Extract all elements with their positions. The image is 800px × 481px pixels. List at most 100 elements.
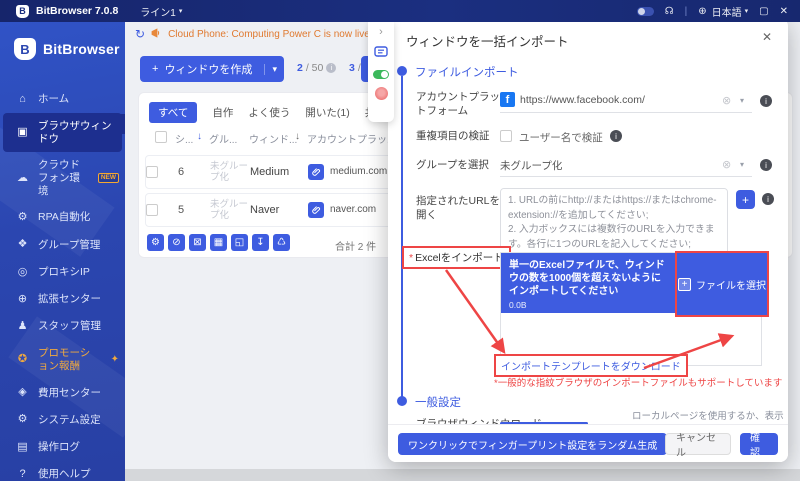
sparkle-icon: ✦ bbox=[111, 354, 119, 366]
app-package-icon[interactable]: ▦ bbox=[210, 234, 227, 251]
sidebar-item-promotion-reward[interactable]: ✪プロモーション報酬✦ bbox=[0, 340, 125, 379]
duplicate-check-label: 重複項目の検証 bbox=[416, 129, 504, 143]
confirm-button[interactable]: 確認 bbox=[740, 433, 778, 455]
row-checkbox[interactable] bbox=[146, 204, 158, 216]
select-all-checkbox[interactable] bbox=[155, 131, 167, 143]
info-icon[interactable]: i bbox=[762, 193, 774, 205]
green-toggle[interactable] bbox=[373, 70, 389, 79]
duplicate-window-icon[interactable]: ◱ bbox=[231, 234, 248, 251]
tab-self-made[interactable]: 自作 bbox=[212, 105, 233, 120]
tab-all[interactable]: すべて bbox=[149, 102, 197, 123]
maximize-button[interactable]: ▢ bbox=[759, 6, 768, 17]
info-icon[interactable]: i bbox=[760, 95, 772, 107]
chevron-down-icon[interactable]: ▾ bbox=[740, 96, 744, 105]
refresh-icon[interactable]: ↻ bbox=[135, 27, 145, 41]
promotion-icon: ✪ bbox=[16, 353, 29, 366]
sidebar-logo: B BitBrowser bbox=[0, 22, 125, 60]
sidebar: B BitBrowser ‹ ⌂ホーム ▣ブラウザウィンドウ ☁クラウドフォン環… bbox=[0, 22, 125, 481]
collapse-chevron-icon[interactable]: › bbox=[379, 26, 383, 38]
divider: | bbox=[685, 6, 688, 17]
sidebar-item-proxy-ip[interactable]: ◎プロキシIP bbox=[0, 259, 125, 286]
select-file-button-annotated[interactable]: +ファイルを選択 bbox=[675, 251, 769, 317]
batch-action-toolbar: ⚙ ⊘ ⊠ ▦ ◱ ↧ ♺ bbox=[147, 234, 290, 251]
theme-toggle[interactable] bbox=[637, 7, 654, 16]
sidebar-item-browser-windows[interactable]: ▣ブラウザウィンドウ bbox=[3, 113, 122, 152]
field-underline bbox=[500, 112, 752, 113]
local-page-hint: ローカルページを使用するか、表示 bbox=[632, 408, 784, 422]
create-window-dropdown[interactable]: ▾ bbox=[264, 64, 284, 75]
extension-icon: ⊕ bbox=[16, 293, 29, 306]
home-icon: ⌂ bbox=[16, 93, 29, 106]
bottom-strip bbox=[125, 469, 800, 481]
megaphone-icon bbox=[151, 28, 162, 41]
settings-gear-icon: ⚙ bbox=[16, 413, 29, 426]
modal-footer: ワンクリックでフィンガープリント設定をランダム生成 キャンセル 確認 bbox=[388, 424, 788, 462]
platform-value[interactable]: https://www.facebook.com/ bbox=[520, 94, 645, 106]
sidebar-item-extension-center[interactable]: ⊕拡張センター bbox=[0, 286, 125, 313]
chevron-down-icon[interactable]: ▾ bbox=[740, 160, 744, 169]
support-headset-icon[interactable]: ☊ bbox=[665, 6, 674, 17]
group-select-value[interactable]: 未グループ化 bbox=[500, 158, 562, 173]
rpa-automation-icon: ⚙ bbox=[16, 211, 29, 224]
sidebar-item-cloud-phone[interactable]: ☁クラウドフォン環境NEW bbox=[0, 152, 125, 204]
sidebar-item-help[interactable]: ?使用ヘルプ bbox=[0, 461, 125, 481]
add-url-button[interactable]: + bbox=[736, 190, 755, 209]
info-icon[interactable]: i bbox=[610, 130, 622, 142]
tab-frequently-used[interactable]: よく使う bbox=[248, 105, 290, 120]
col-window-name: ウィンド... bbox=[249, 131, 297, 146]
close-window-icon[interactable]: ⊠ bbox=[189, 234, 206, 251]
language-selector[interactable]: 日本語 ▾ bbox=[712, 4, 749, 19]
line-selector[interactable]: ライン1 ▾ bbox=[140, 4, 182, 19]
username-verify-checkbox[interactable] bbox=[500, 130, 512, 142]
sidebar-item-rpa[interactable]: ⚙RPA自動化 bbox=[0, 204, 125, 231]
chat-icon[interactable] bbox=[374, 46, 388, 62]
clear-icon[interactable]: ⊗ bbox=[722, 94, 731, 107]
info-icon[interactable]: i bbox=[760, 159, 772, 171]
platform-label: アカウントプラットフォーム bbox=[416, 90, 504, 118]
record-icon[interactable] bbox=[375, 87, 388, 100]
sidebar-item-staff-management[interactable]: ♟スタッフ管理 bbox=[0, 313, 125, 340]
app-logo-icon: B bbox=[16, 5, 29, 18]
sidebar-item-cost-center[interactable]: ◈費用センター bbox=[0, 379, 125, 406]
titlebar: B BitBrowser 7.0.8 ライン1 ▾ ☊ | ⊕ 日本語 ▾ ▢ … bbox=[0, 0, 800, 22]
platform-link-icon bbox=[308, 202, 324, 218]
sort-icon[interactable]: ↓ bbox=[295, 131, 300, 142]
url-input[interactable] bbox=[500, 188, 728, 256]
open-url-label: 指定されたURLを開く bbox=[416, 194, 500, 222]
sidebar-item-operation-log[interactable]: ▤操作ログ bbox=[0, 434, 125, 461]
sidebar-item-system-settings[interactable]: ⚙システム設定 bbox=[0, 406, 125, 433]
required-mark: * bbox=[409, 252, 413, 264]
download-template-link-annotated[interactable]: インポートテンプレートをダウンロード bbox=[494, 354, 688, 377]
platform-link-icon bbox=[308, 164, 324, 180]
cookie-settings-icon[interactable]: ⚙ bbox=[147, 234, 164, 251]
field-underline bbox=[500, 176, 752, 177]
excel-upload-area[interactable]: 単一のExcelファイルで、ウィンドウの数を1000個を超えないようにインポート… bbox=[500, 252, 762, 366]
sidebar-item-group-management[interactable]: ❖グループ管理 bbox=[0, 231, 125, 258]
timeline-line bbox=[401, 76, 403, 402]
help-icon: ? bbox=[16, 468, 29, 481]
section-file-import: ファイルインポート bbox=[415, 64, 519, 80]
timeline-dot bbox=[397, 396, 407, 406]
sidebar-item-home[interactable]: ⌂ホーム bbox=[0, 86, 125, 113]
app-title: BitBrowser 7.0.8 bbox=[36, 5, 118, 17]
row-checkbox[interactable] bbox=[146, 166, 158, 178]
create-window-button[interactable]: +ウィンドウを作成 ▾ bbox=[140, 56, 284, 82]
delete-window-icon[interactable]: ♺ bbox=[273, 234, 290, 251]
export-window-icon[interactable]: ↧ bbox=[252, 234, 269, 251]
sort-desc-icon[interactable]: ↓ bbox=[197, 131, 202, 142]
clear-cache-icon[interactable]: ⊘ bbox=[168, 234, 185, 251]
close-window-button[interactable]: ✕ bbox=[780, 6, 788, 17]
clear-icon[interactable]: ⊗ bbox=[722, 158, 731, 171]
plus-icon: + bbox=[152, 63, 158, 75]
window-quota: 2 / 50 i bbox=[297, 62, 336, 74]
info-icon[interactable]: i bbox=[326, 63, 336, 73]
cancel-button[interactable]: キャンセル bbox=[665, 433, 731, 455]
col-account-platform: アカウントプラッ... bbox=[307, 131, 395, 146]
modal-close-icon[interactable]: ✕ bbox=[762, 30, 772, 44]
bitbrowser-app: B BitBrowser 7.0.8 ライン1 ▾ ☊ | ⊕ 日本語 ▾ ▢ … bbox=[0, 0, 800, 481]
tab-opened[interactable]: 開いた(1) bbox=[305, 105, 349, 120]
random-fingerprint-button[interactable]: ワンクリックでフィンガープリント設定をランダム生成 bbox=[398, 433, 667, 455]
cloud-phone-icon: ☁ bbox=[16, 172, 29, 185]
timeline-dot bbox=[397, 66, 407, 76]
plus-icon: + bbox=[678, 278, 691, 291]
